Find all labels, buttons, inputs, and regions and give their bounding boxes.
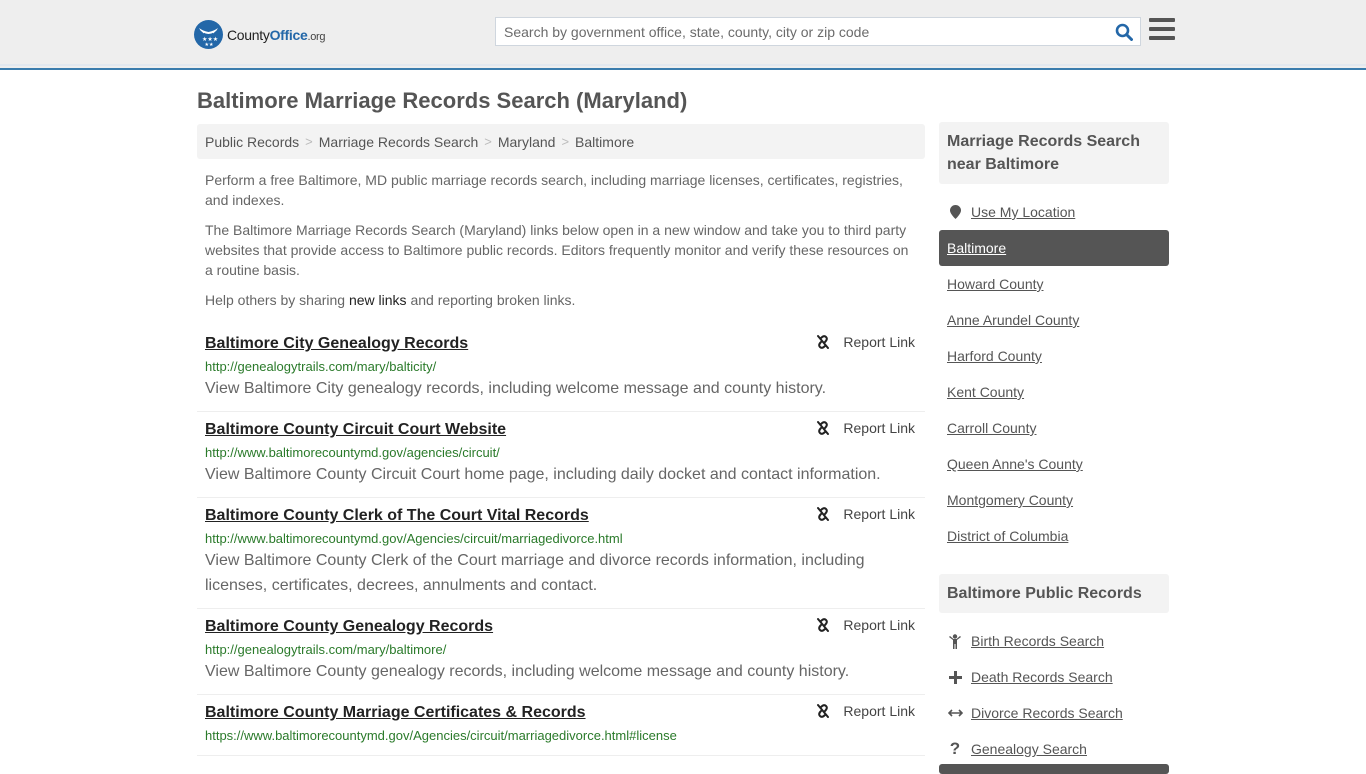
nearby-link[interactable]: Howard County [947, 276, 1044, 292]
new-links-link[interactable]: new links [349, 292, 407, 308]
search-input[interactable] [496, 18, 1108, 45]
child-icon [947, 633, 963, 649]
result-item: Baltimore County Genealogy Records http:… [197, 609, 925, 695]
nearby-item[interactable]: Anne Arundel County [939, 302, 1169, 338]
use-my-location-link[interactable]: Use My Location [971, 204, 1075, 220]
report-link-button[interactable]: Report Link [815, 703, 915, 719]
logo-text: CountyOffice.org [227, 26, 326, 43]
nearby-item[interactable]: Queen Anne's County [939, 446, 1169, 482]
search-icon [1115, 23, 1133, 41]
breadcrumb: Public Records > Marriage Records Search… [197, 124, 925, 159]
breadcrumb-marriage-records-search[interactable]: Marriage Records Search [319, 134, 479, 150]
intro-paragraph-3: Help others by sharing new links and rep… [205, 292, 576, 308]
nearby-item[interactable]: District of Columbia [939, 518, 1169, 554]
result-description: View Baltimore County Circuit Court home… [205, 466, 881, 483]
arrows-horizontal-icon [947, 708, 963, 718]
intro-paragraph-2: The Baltimore Marriage Records Search (M… [205, 222, 909, 278]
result-title-link[interactable]: Baltimore County Genealogy Records [205, 617, 493, 637]
nearby-item[interactable]: Kent County [939, 374, 1169, 410]
result-description: View Baltimore County genealogy records,… [205, 663, 850, 680]
result-item: Baltimore City Genealogy Records http://… [197, 326, 925, 412]
broken-link-icon [817, 335, 830, 349]
public-link[interactable]: Death Records Search [971, 669, 1113, 685]
intro-text: Perform a free Baltimore, MD public marr… [205, 170, 917, 320]
search-bar [495, 17, 1141, 46]
result-item: Baltimore County Circuit Court Website h… [197, 412, 925, 498]
result-title-link[interactable]: Baltimore County Clerk of The Court Vita… [205, 506, 589, 526]
public-item-birth[interactable]: Birth Records Search [939, 623, 1169, 659]
breadcrumb-maryland[interactable]: Maryland [498, 134, 556, 150]
result-description: View Baltimore County Clerk of the Court… [205, 552, 865, 594]
breadcrumb-separator: > [484, 134, 492, 149]
svg-text:★★: ★★ [205, 42, 214, 48]
nearby-item-baltimore[interactable]: Baltimore [939, 230, 1169, 266]
nearby-link[interactable]: Harford County [947, 348, 1042, 364]
public-link[interactable]: Divorce Records Search [971, 705, 1123, 721]
nearby-item[interactable]: Harford County [939, 338, 1169, 374]
public-link[interactable]: Birth Records Search [971, 633, 1104, 649]
public-records-list: Birth Records Search Death Records Searc… [939, 623, 1169, 767]
intro-paragraph-1: Perform a free Baltimore, MD public marr… [205, 172, 903, 208]
result-url-link[interactable]: http://www.baltimorecountymd.gov/Agencie… [205, 530, 917, 548]
result-url-link[interactable]: https://www.baltimorecountymd.gov/Agenci… [205, 727, 917, 745]
report-link-button[interactable]: Report Link [815, 334, 915, 350]
nearby-link[interactable]: Kent County [947, 384, 1024, 400]
public-records-heading: Baltimore Public Records [939, 574, 1169, 613]
site-header: ★★★ ★★ CountyOffice.org [0, 0, 1366, 70]
result-title-link[interactable]: Baltimore County Marriage Certificates &… [205, 703, 586, 723]
result-title-link[interactable]: Baltimore County Circuit Court Website [205, 420, 506, 440]
plus-icon [947, 670, 963, 684]
result-url-link[interactable]: http://genealogytrails.com/mary/baltimor… [205, 641, 917, 659]
nearby-heading: Marriage Records Search near Baltimore [939, 122, 1169, 184]
nearby-link[interactable]: Anne Arundel County [947, 312, 1079, 328]
nearby-link[interactable]: Baltimore [947, 240, 1006, 256]
search-button[interactable] [1108, 18, 1140, 45]
breadcrumb-separator: > [305, 134, 313, 149]
public-item-death[interactable]: Death Records Search [939, 659, 1169, 695]
breadcrumb-separator: > [561, 134, 570, 149]
result-url-link[interactable]: http://genealogytrails.com/mary/balticit… [205, 358, 917, 376]
hamburger-menu-icon[interactable] [1149, 18, 1175, 42]
results-list: Baltimore City Genealogy Records http://… [197, 326, 925, 756]
broken-link-icon [817, 704, 830, 718]
site-logo[interactable]: ★★★ ★★ CountyOffice.org [194, 20, 326, 49]
result-item: Baltimore County Marriage Certificates &… [197, 695, 925, 756]
result-url-link[interactable]: http://www.baltimorecountymd.gov/agencie… [205, 444, 917, 462]
nearby-link[interactable]: Carroll County [947, 420, 1036, 436]
use-my-location-item[interactable]: Use My Location [939, 194, 1169, 230]
broken-link-icon [817, 421, 830, 435]
sidebar: Marriage Records Search near Baltimore U… [939, 122, 1169, 767]
map-marker-icon [947, 205, 963, 219]
public-item-divorce[interactable]: Divorce Records Search [939, 695, 1169, 731]
nearby-link[interactable]: Montgomery County [947, 492, 1073, 508]
sidebar-next-section [939, 764, 1169, 774]
report-link-button[interactable]: Report Link [815, 617, 915, 633]
public-item-genealogy[interactable]: ? Genealogy Search [939, 731, 1169, 767]
nearby-item[interactable]: Montgomery County [939, 482, 1169, 518]
nearby-list: Use My Location Baltimore Howard County … [939, 194, 1169, 554]
page-title: Baltimore Marriage Records Search (Maryl… [197, 88, 688, 113]
nearby-link[interactable]: District of Columbia [947, 528, 1068, 544]
result-title-link[interactable]: Baltimore City Genealogy Records [205, 334, 468, 354]
broken-link-icon [817, 618, 830, 632]
public-link[interactable]: Genealogy Search [971, 741, 1087, 757]
report-link-button[interactable]: Report Link [815, 420, 915, 436]
result-item: Baltimore County Clerk of The Court Vita… [197, 498, 925, 609]
question-icon: ? [949, 739, 961, 758]
nearby-item[interactable]: Howard County [939, 266, 1169, 302]
breadcrumb-public-records[interactable]: Public Records [205, 134, 299, 150]
breadcrumb-baltimore[interactable]: Baltimore [575, 134, 634, 150]
broken-link-icon [817, 507, 830, 521]
nearby-item[interactable]: Carroll County [939, 410, 1169, 446]
result-description: View Baltimore City genealogy records, i… [205, 380, 827, 397]
eagle-logo-icon: ★★★ ★★ [194, 20, 223, 49]
nearby-link[interactable]: Queen Anne's County [947, 456, 1083, 472]
report-link-button[interactable]: Report Link [815, 506, 915, 522]
